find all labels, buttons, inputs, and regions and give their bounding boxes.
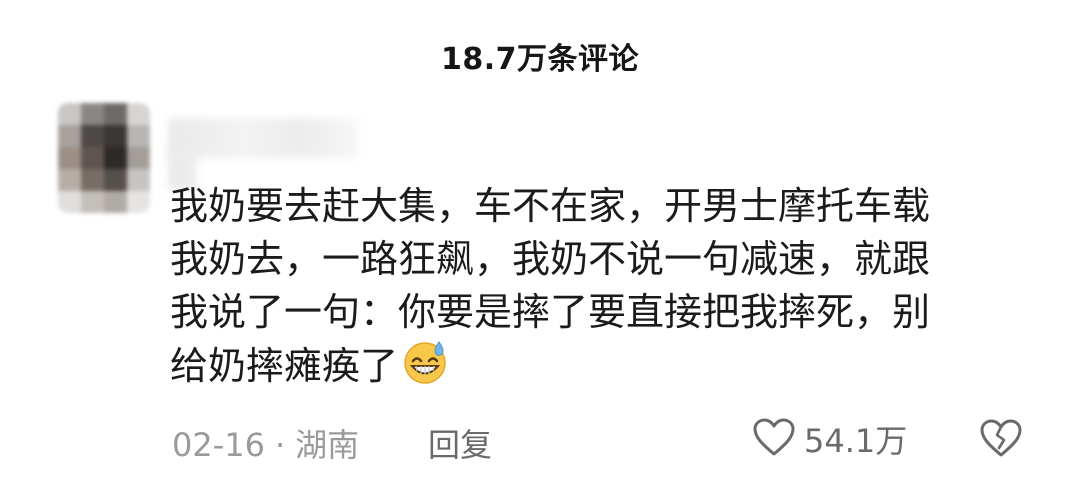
grinning-sweat-emoji-icon [402,339,448,399]
comment-count-title: 18.7万条评论 [440,42,640,77]
meta-separator: · [274,426,286,464]
comment-line: 我奶去，一路狂飙，我奶不说一句减速，就跟 [170,237,931,281]
comment-text: 我奶要去赶大集，车不在家，开男士摩托车载 我奶去，一路狂飙，我奶不说一句减速，就… [170,180,1030,399]
heart-outline-icon[interactable] [752,417,796,461]
like-count: 54.1万 [804,422,908,460]
username-redacted[interactable] [168,118,358,158]
comment-line-last: 给奶摔瘫痪了 [170,339,1030,399]
comment-line: 我奶要去赶大集，车不在家，开男士摩托车载 [170,184,931,228]
comment-line: 我说了一句：你要是摔了要直接把我摔死，别 [170,290,931,334]
comment-meta: 02-16 · 湖南 [172,420,359,466]
broken-heart-icon[interactable] [978,418,1024,462]
like-button[interactable]: 54.1万 [752,416,907,462]
comment-line-text: 给奶摔瘫痪了 [170,344,399,388]
comment-date: 02-16 [172,426,265,464]
comment-location: 湖南 [295,426,360,464]
reply-button[interactable]: 回复 [428,420,492,466]
avatar[interactable] [58,103,150,213]
